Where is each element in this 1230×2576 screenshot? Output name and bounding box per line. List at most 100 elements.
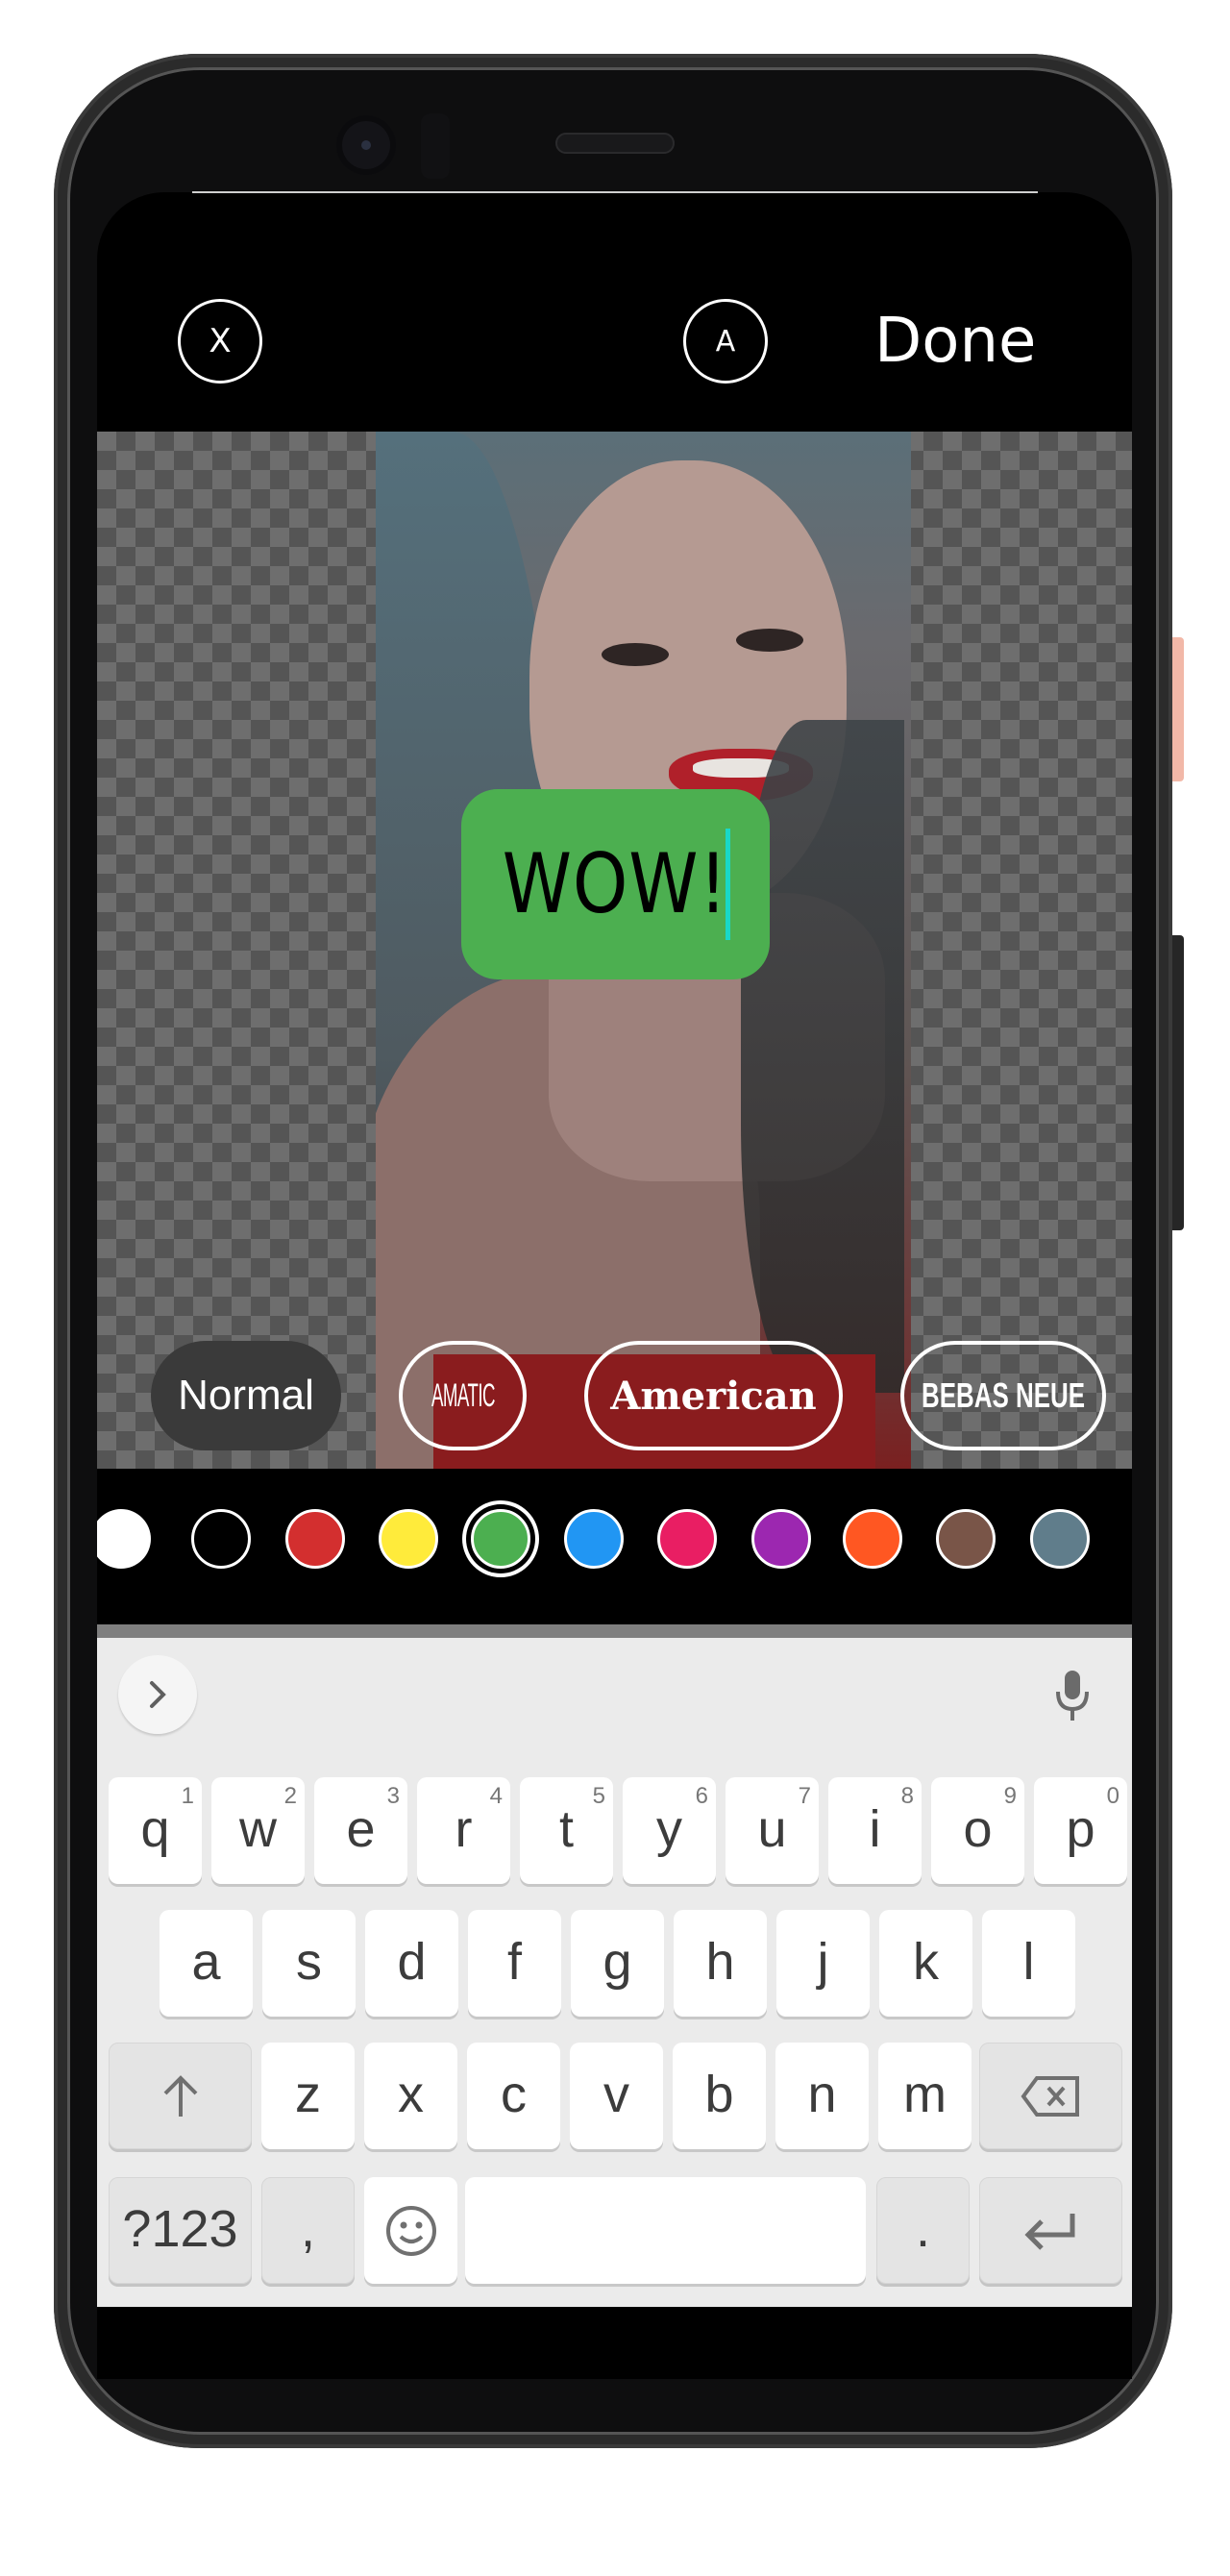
key-t[interactable]: t5 xyxy=(520,1777,613,1884)
color-swatch-blue[interactable] xyxy=(564,1509,624,1569)
key-number-hint: 7 xyxy=(798,1783,811,1809)
key-label: s xyxy=(296,1932,322,1991)
key-label: q xyxy=(140,1799,170,1858)
keyboard-expand-button[interactable] xyxy=(118,1655,197,1734)
font-option-american[interactable]: American xyxy=(584,1341,843,1450)
key-label: h xyxy=(705,1932,735,1991)
key-number-hint: 4 xyxy=(489,1783,503,1809)
key-n[interactable]: n xyxy=(775,2043,869,2149)
volume-button xyxy=(1172,935,1184,1230)
done-button[interactable]: Done xyxy=(874,306,1036,377)
keyboard-divider xyxy=(97,1624,1132,1638)
proximity-sensor xyxy=(421,113,450,179)
backspace-key[interactable] xyxy=(979,2043,1122,2149)
key-label: i xyxy=(869,1799,881,1858)
key-number-hint: 6 xyxy=(695,1783,708,1809)
color-swatch-black[interactable] xyxy=(191,1509,251,1569)
key-label: p xyxy=(1066,1799,1095,1858)
microphone-icon[interactable] xyxy=(1053,1669,1092,1722)
key-label: z xyxy=(295,2065,321,2123)
backspace-icon xyxy=(1021,2075,1079,2117)
text-style-icon: A xyxy=(715,324,736,359)
key-label: n xyxy=(807,2065,837,2123)
key-a[interactable]: a xyxy=(160,1910,253,2017)
key-label: l xyxy=(1022,1932,1035,1991)
key-x[interactable]: x xyxy=(364,2043,457,2149)
key-s[interactable]: s xyxy=(262,1910,356,2017)
text-style-button[interactable]: A xyxy=(683,299,768,384)
key-h[interactable]: h xyxy=(674,1910,767,2017)
key-y[interactable]: y6 xyxy=(623,1777,716,1884)
color-swatch-blue-grey[interactable] xyxy=(1030,1509,1090,1569)
key-j[interactable]: j xyxy=(776,1910,870,2017)
front-camera xyxy=(336,115,396,175)
space-key[interactable] xyxy=(465,2177,866,2284)
color-swatch-purple[interactable] xyxy=(751,1509,811,1569)
key-q[interactable]: q1 xyxy=(109,1777,202,1884)
photo-eye xyxy=(736,629,803,652)
key-label: y xyxy=(656,1799,682,1858)
text-sticker-input[interactable]: WOW! xyxy=(503,836,728,932)
key-label: r xyxy=(455,1799,473,1858)
key-p[interactable]: p0 xyxy=(1034,1777,1127,1884)
key-u[interactable]: u7 xyxy=(726,1777,819,1884)
key-label: e xyxy=(346,1799,376,1858)
color-swatch-pink[interactable] xyxy=(657,1509,717,1569)
power-button xyxy=(1172,637,1184,781)
font-option-amatic[interactable]: AMATIC xyxy=(399,1341,527,1450)
font-option-label: Normal xyxy=(178,1372,314,1419)
key-number-hint: 3 xyxy=(386,1783,400,1809)
key-e[interactable]: e3 xyxy=(314,1777,407,1884)
key-number-hint: 9 xyxy=(1003,1783,1017,1809)
enter-icon xyxy=(1023,2213,1074,2250)
close-button[interactable]: X xyxy=(178,299,262,384)
key-d[interactable]: d xyxy=(365,1910,458,2017)
key-label: x xyxy=(398,2065,424,2123)
shift-key[interactable] xyxy=(109,2043,252,2149)
chevron-right-icon xyxy=(150,1681,166,1708)
key-label: u xyxy=(757,1799,787,1858)
key-g[interactable]: g xyxy=(571,1910,664,2017)
key-w[interactable]: w2 xyxy=(211,1777,305,1884)
key-b[interactable]: b xyxy=(673,2043,766,2149)
color-swatch-yellow[interactable] xyxy=(379,1509,438,1569)
text-sticker[interactable]: WOW! xyxy=(461,789,770,979)
key-r[interactable]: r4 xyxy=(417,1777,510,1884)
key-c[interactable]: c xyxy=(467,2043,560,2149)
comma-key[interactable]: , xyxy=(261,2177,355,2284)
key-label: ?123 xyxy=(122,2199,238,2258)
key-label: . xyxy=(915,2199,930,2258)
key-number-hint: 0 xyxy=(1106,1783,1119,1809)
screen-edge xyxy=(192,191,1038,193)
key-v[interactable]: v xyxy=(570,2043,663,2149)
key-f[interactable]: f xyxy=(468,1910,561,2017)
color-swatch-brown[interactable] xyxy=(936,1509,996,1569)
key-number-hint: 5 xyxy=(592,1783,605,1809)
font-option-normal[interactable]: Normal xyxy=(151,1341,341,1450)
emoji-key[interactable] xyxy=(364,2177,457,2284)
key-m[interactable]: m xyxy=(878,2043,972,2149)
font-option-bebas-neue[interactable]: BEBAS NEUE xyxy=(900,1341,1106,1450)
color-swatch-white[interactable] xyxy=(97,1499,159,1578)
key-k[interactable]: k xyxy=(879,1910,972,2017)
close-icon: X xyxy=(209,322,232,360)
key-l[interactable]: l xyxy=(982,1910,1075,2017)
font-option-label: American xyxy=(610,1373,817,1419)
key-label: c xyxy=(501,2065,527,2123)
color-swatch-green[interactable] xyxy=(471,1509,530,1569)
key-z[interactable]: z xyxy=(261,2043,355,2149)
key-i[interactable]: i8 xyxy=(828,1777,922,1884)
color-swatch-orange[interactable] xyxy=(843,1509,902,1569)
key-label: j xyxy=(817,1932,829,1991)
text-caret xyxy=(726,829,730,940)
font-option-label: BEBAS NEUE xyxy=(922,1375,1085,1415)
enter-key[interactable] xyxy=(979,2177,1122,2284)
key-label: w xyxy=(239,1799,277,1858)
key-o[interactable]: o9 xyxy=(931,1777,1024,1884)
key-number-hint: 1 xyxy=(181,1783,194,1809)
color-swatch-red[interactable] xyxy=(285,1509,345,1569)
key-label: d xyxy=(397,1932,427,1991)
key-label: k xyxy=(913,1932,939,1991)
symbols-key[interactable]: ?123 xyxy=(109,2177,252,2284)
period-key[interactable]: . xyxy=(876,2177,970,2284)
